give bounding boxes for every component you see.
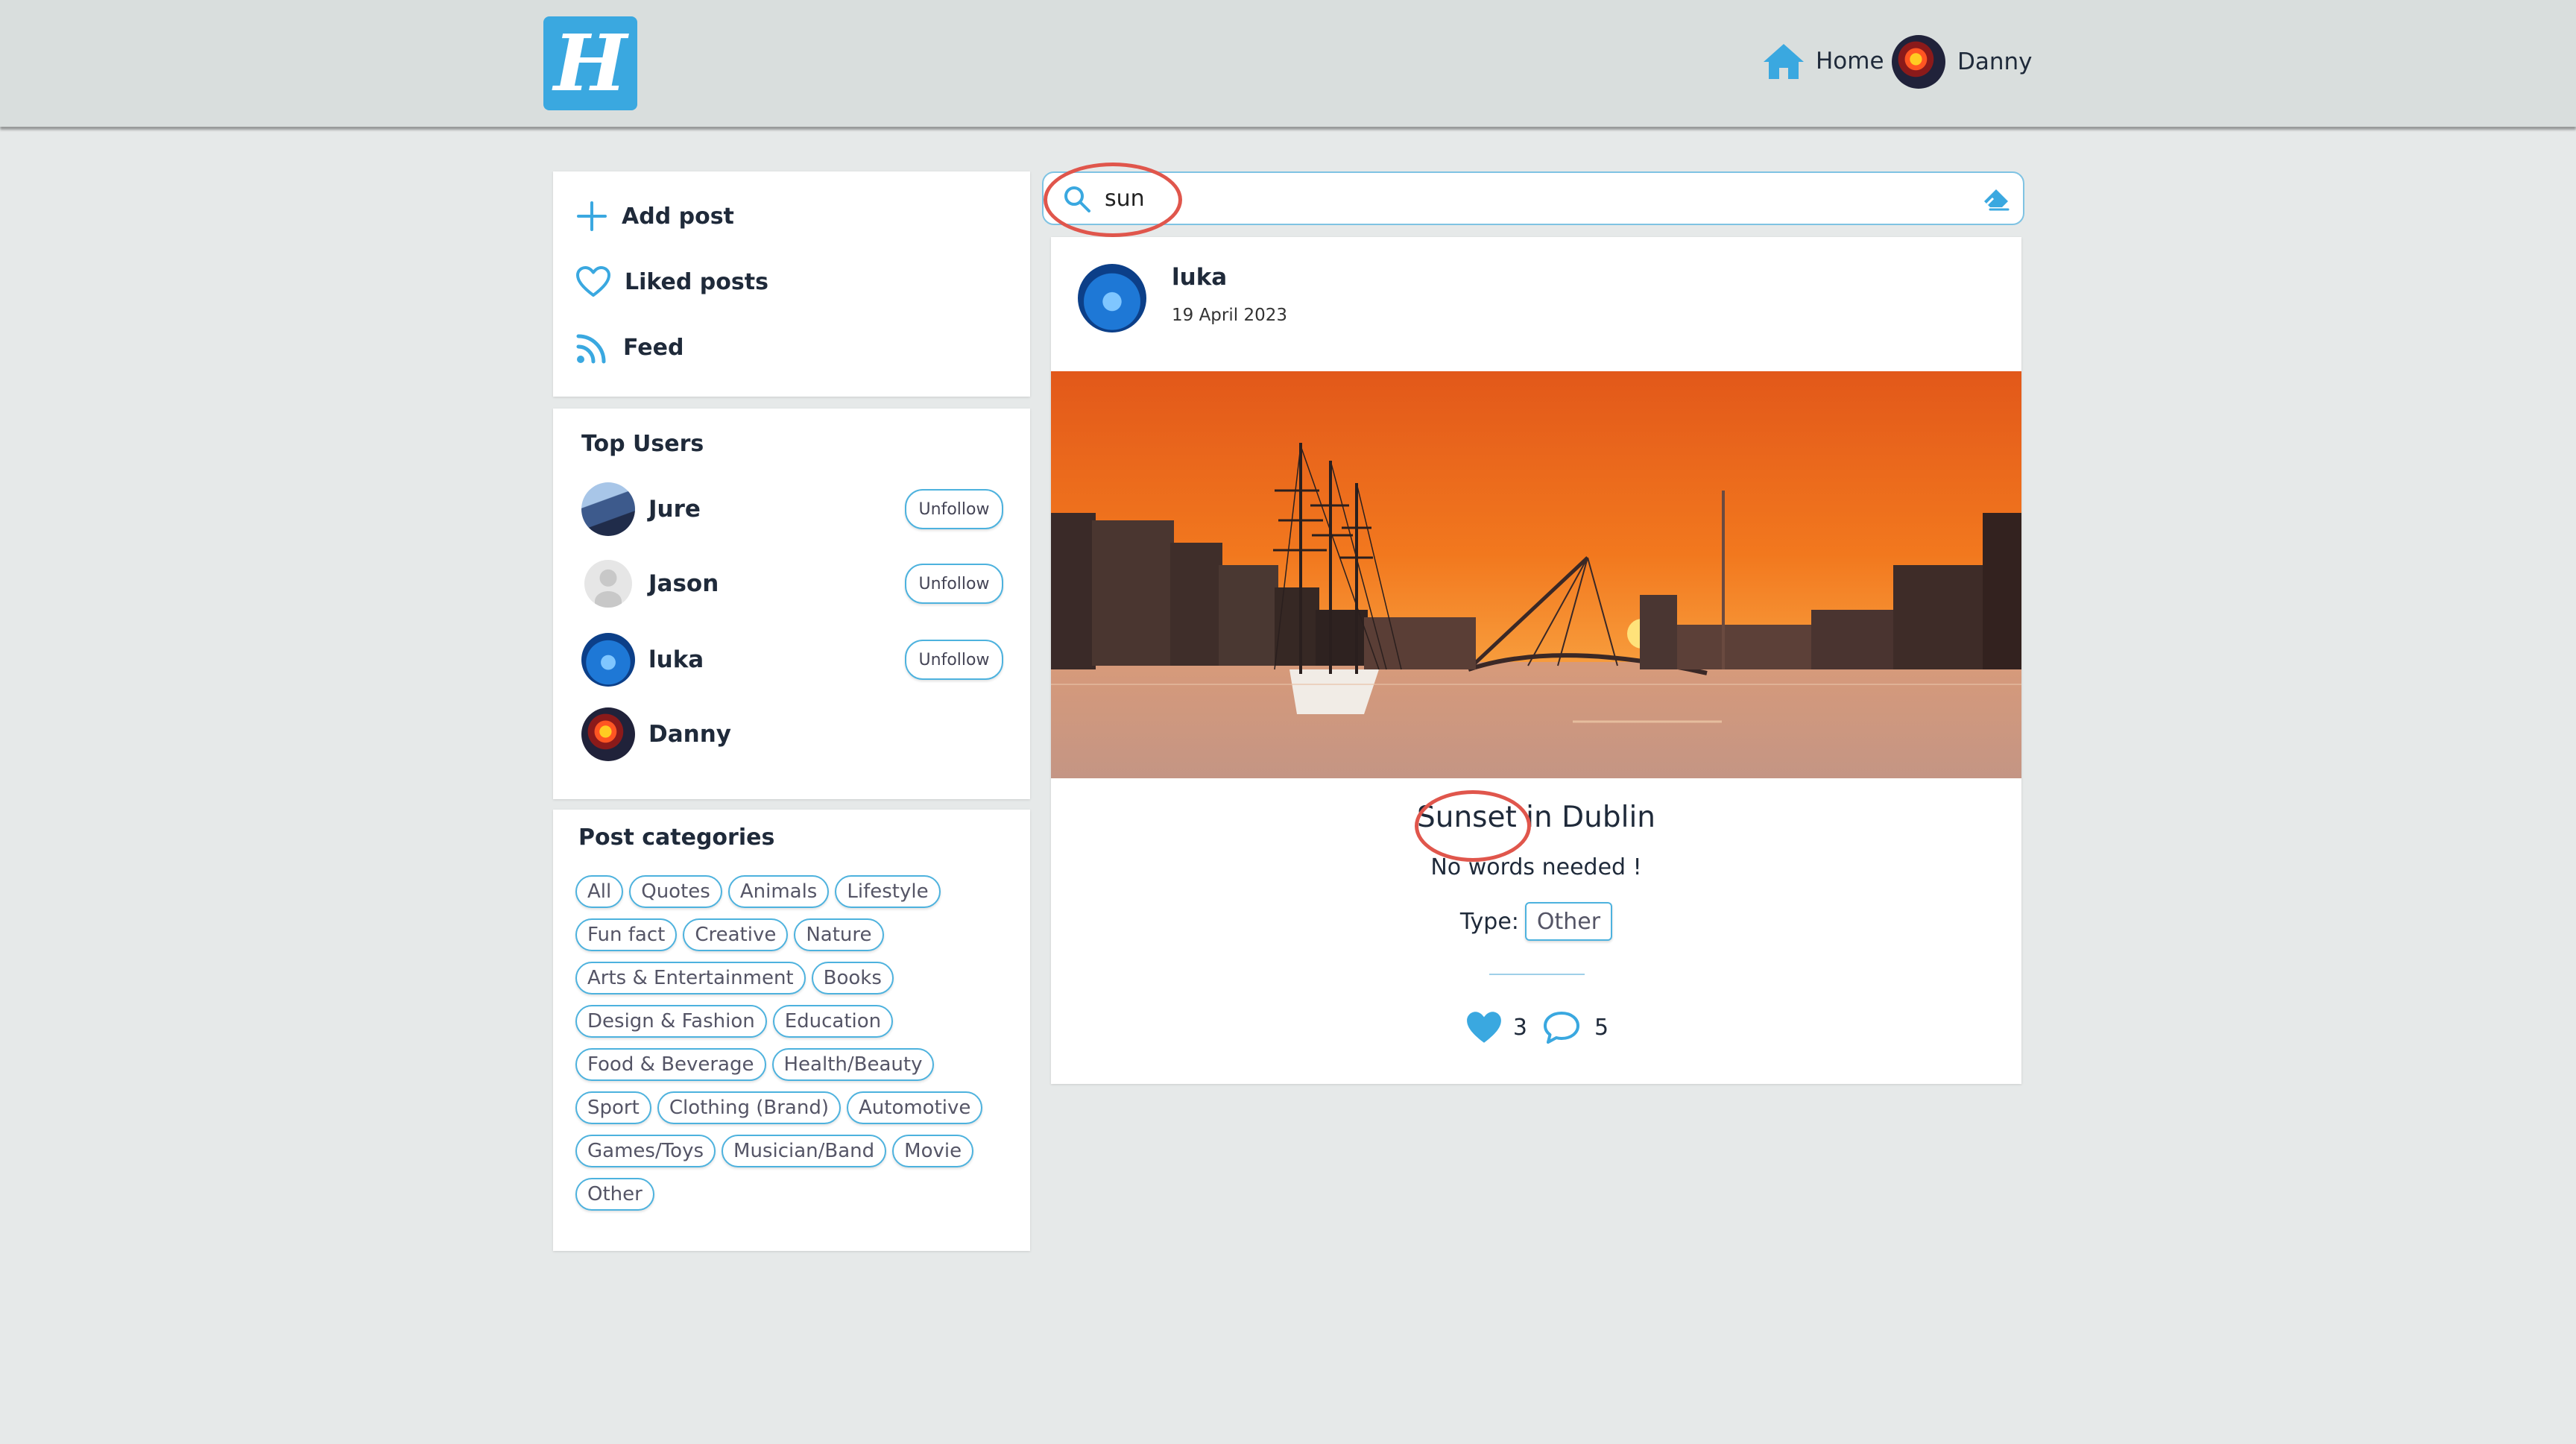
category-chip-list: All Quotes Animals Lifestyle Fun fact Cr… <box>575 875 1015 1211</box>
category-chip[interactable]: Education <box>772 1005 894 1038</box>
category-chip[interactable]: Arts & Entertainment <box>575 962 806 994</box>
search-bar <box>1042 171 2024 225</box>
category-chip[interactable]: Health/Beauty <box>771 1048 935 1081</box>
unfollow-button[interactable]: Unfollow <box>905 640 1003 680</box>
rss-icon <box>576 334 606 364</box>
menu-item-add-post[interactable]: Add post <box>575 194 734 239</box>
category-chip[interactable]: Musician/Band <box>722 1135 887 1167</box>
sunset-photo <box>1051 371 2021 778</box>
post-type-chip[interactable]: Other <box>1524 902 1613 941</box>
top-users-title: Top Users <box>581 431 704 457</box>
top-user-row[interactable]: Danny <box>581 707 1003 762</box>
categories-title: Post categories <box>578 825 775 851</box>
category-chip[interactable]: Nature <box>794 918 884 951</box>
unfollow-button[interactable]: Unfollow <box>905 489 1003 529</box>
post-title-highlight: Sunset <box>1416 801 1517 834</box>
category-chip[interactable]: Sport <box>575 1091 651 1124</box>
post-image[interactable] <box>1051 371 2021 778</box>
post-title[interactable]: Sunset in Dublin <box>1051 801 2021 834</box>
comment-icon[interactable] <box>1542 1010 1581 1044</box>
category-chip[interactable]: Quotes <box>629 875 722 908</box>
category-chip[interactable]: All <box>575 875 624 908</box>
heart-outline-icon <box>576 266 610 297</box>
category-chip[interactable]: Movie <box>892 1135 974 1167</box>
search-input[interactable] <box>1103 179 1926 218</box>
category-chip[interactable]: Games/Toys <box>575 1135 716 1167</box>
sidebar-menu: Add post Liked posts Feed <box>553 171 1030 397</box>
post-description: No words needed ! <box>1430 854 1642 880</box>
post-type-row: Type: Other <box>1051 902 2021 941</box>
logo-letter: H <box>553 17 628 109</box>
user-avatar <box>584 560 632 608</box>
user-avatar <box>1892 35 1945 89</box>
category-chip[interactable]: Creative <box>683 918 789 951</box>
post-title-rest: in Dublin <box>1516 801 1656 834</box>
search-icon <box>1064 186 1090 212</box>
category-chip[interactable]: Automotive <box>846 1091 983 1124</box>
category-chip[interactable]: Lifestyle <box>835 875 941 908</box>
post-divider <box>1489 974 1585 975</box>
post-author-avatar[interactable] <box>1078 264 1146 332</box>
top-navbar: H Home Danny <box>0 0 2576 127</box>
menu-item-feed[interactable]: Feed <box>575 325 684 370</box>
nav-user-name: Danny <box>1957 48 2033 75</box>
category-chip[interactable]: Fun fact <box>575 918 678 951</box>
user-avatar <box>581 707 635 761</box>
category-chip[interactable]: Clothing (Brand) <box>657 1091 841 1124</box>
menu-item-liked-posts[interactable]: Liked posts <box>575 259 768 304</box>
category-chip[interactable]: Food & Beverage <box>575 1048 766 1081</box>
user-avatar <box>581 633 635 687</box>
menu-item-label: Feed <box>623 334 684 361</box>
menu-item-label: Add post <box>622 203 734 230</box>
plus-icon <box>577 201 607 231</box>
category-chip[interactable]: Other <box>575 1178 654 1211</box>
user-avatar <box>581 482 635 536</box>
comment-count: 5 <box>1594 1014 1609 1041</box>
post-author-name[interactable]: luka <box>1172 264 1227 291</box>
top-user-name: Danny <box>648 721 731 748</box>
category-chip[interactable]: Books <box>811 962 894 994</box>
post-card: luka 19 April 2023 Sunset in Dublin No w… <box>1051 237 2021 1084</box>
eraser-icon[interactable] <box>1981 185 2011 212</box>
app-logo[interactable]: H <box>543 16 637 110</box>
top-user-name: luka <box>648 646 704 673</box>
top-user-row[interactable]: Jure Unfollow <box>581 482 1003 537</box>
post-type-label: Type: <box>1459 908 1519 935</box>
top-user-row[interactable]: Jason Unfollow <box>581 556 1003 611</box>
nav-home-link[interactable]: Home <box>1762 39 1884 83</box>
category-chip[interactable]: Animals <box>727 875 830 908</box>
nav-user-profile[interactable]: Danny <box>1892 35 2033 89</box>
top-user-name: Jason <box>648 570 719 597</box>
nav-home-label: Home <box>1816 48 1884 75</box>
unfollow-button[interactable]: Unfollow <box>905 564 1003 604</box>
heart-filled-icon[interactable] <box>1464 1009 1504 1045</box>
post-actions: 3 5 <box>1051 1009 2021 1045</box>
menu-item-label: Liked posts <box>625 268 768 295</box>
category-chip[interactable]: Design & Fashion <box>575 1005 767 1038</box>
post-categories-panel: Post categories All Quotes Animals Lifes… <box>553 810 1030 1251</box>
top-user-name: Jure <box>648 496 701 523</box>
top-users-panel: Top Users Jure Unfollow Jason Unfollow l… <box>553 409 1030 799</box>
post-date: 19 April 2023 <box>1172 306 1287 325</box>
home-icon <box>1764 44 1804 79</box>
top-user-row[interactable]: luka Unfollow <box>581 632 1003 687</box>
like-count: 3 <box>1512 1014 1527 1041</box>
